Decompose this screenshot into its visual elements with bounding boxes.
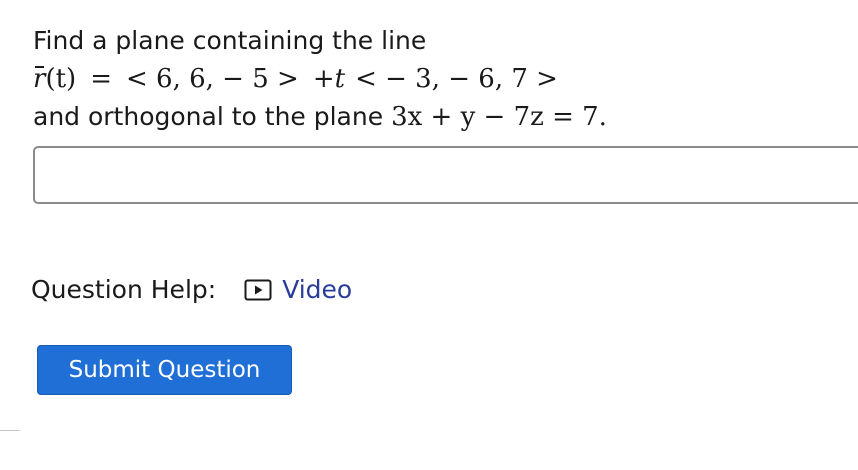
line-direction: < − 3, − 6, 7 > [355,64,558,94]
submit-question-button[interactable]: Submit Question [37,345,292,395]
question-page: Find a plane containing the line r(t) = < … [0,0,858,470]
equals-sign: = [90,64,112,94]
video-play-icon [244,279,272,301]
question-condition: and orthogonal to the plane 3x + y − 7z … [33,98,607,136]
vector-r-arg: (t) [45,64,77,94]
condition-prefix: and orthogonal to the plane [33,102,384,131]
line-point: < 6, 6, − 5 > [125,64,299,94]
question-intro: Find a plane containing the line [33,26,427,55]
question-help-label: Question Help: [31,275,217,304]
question-help: Question Help: Video [31,273,352,307]
param-t: t [334,64,346,94]
video-help-link[interactable]: Video [244,273,352,307]
plane-equation: 3x + y − 7z = 7. [391,102,607,132]
edge-divider [0,430,20,431]
line-equation: r(t) = < 6, 6, − 5 > +t < − 3, − 6, 7 > [33,60,607,98]
vector-r: r [33,60,45,98]
question-text: Find a plane containing the line r(t) = < … [33,22,607,136]
plus-sign: + [312,64,335,94]
answer-input[interactable] [33,146,858,204]
video-link-label: Video [282,275,353,304]
